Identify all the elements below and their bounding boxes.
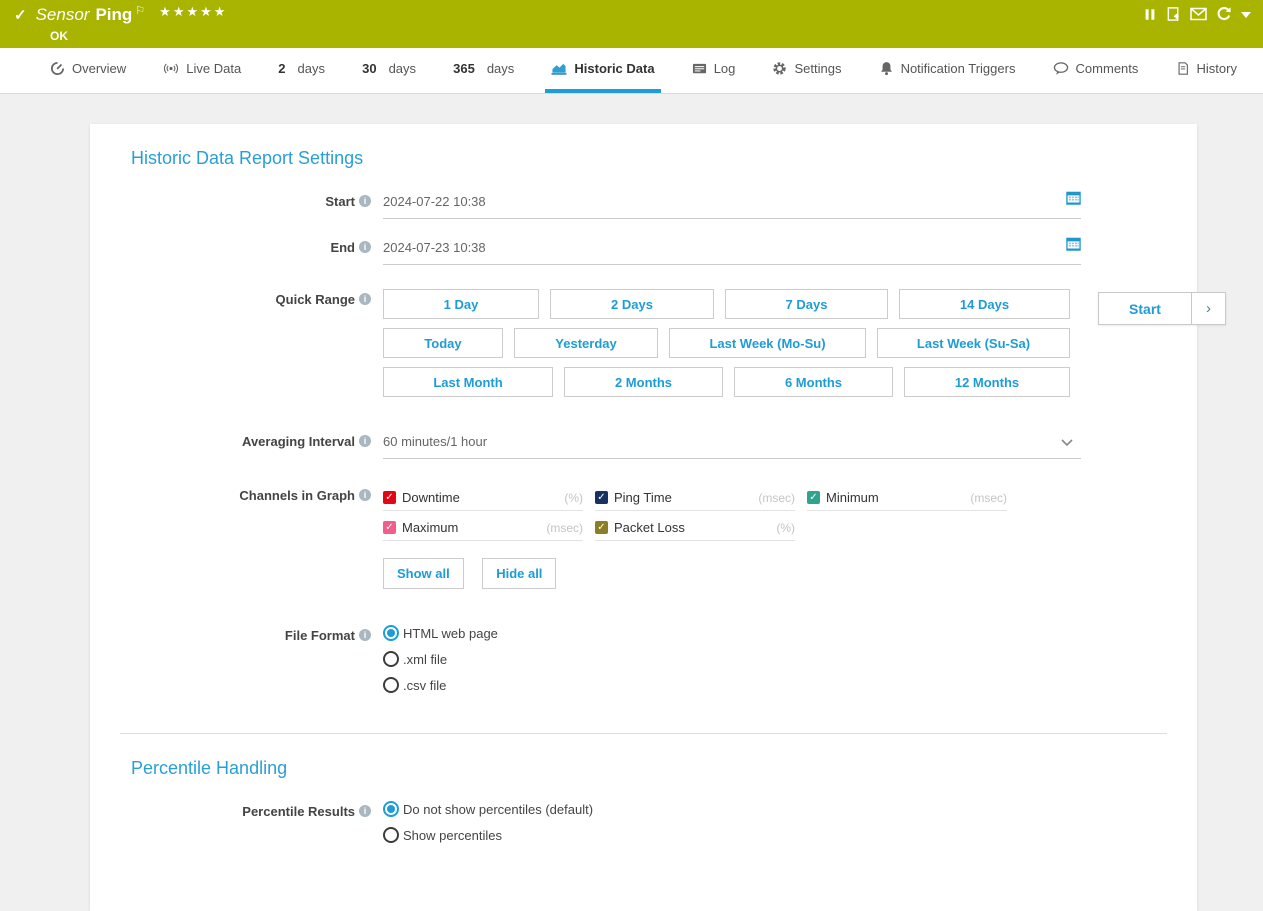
log-icon: [692, 61, 707, 76]
start-label: Starti: [131, 191, 371, 219]
email-icon[interactable]: [1190, 7, 1207, 21]
refresh-icon[interactable]: [1216, 6, 1232, 22]
quick-range-2-days-button[interactable]: 2 Days: [550, 289, 714, 319]
tab-bar: Overview Live Data 2days 30days 365days …: [0, 48, 1263, 94]
quick-range-last-month-button[interactable]: Last Month: [383, 367, 553, 397]
start-date-input[interactable]: 2024-07-22 10:38: [383, 191, 1081, 219]
tab-live-data[interactable]: Live Data: [157, 48, 247, 93]
channel-minimum: Minimum (msec): [807, 490, 1007, 511]
report-icon[interactable]: [1166, 6, 1181, 22]
broadcast-icon: [163, 61, 179, 76]
channel-packet-loss: Packet Loss (%): [595, 520, 795, 541]
tab-historic-data[interactable]: Historic Data: [545, 48, 660, 93]
channel-checkbox[interactable]: [595, 491, 608, 504]
calendar-icon[interactable]: [1066, 190, 1081, 209]
start-options-chevron-button[interactable]: ›: [1191, 292, 1226, 325]
tab-overview[interactable]: Overview: [44, 48, 132, 93]
quick-range-label: Quick Rangei: [131, 289, 371, 431]
quick-range-today-button[interactable]: Today: [383, 328, 503, 358]
tab-comments[interactable]: Comments: [1047, 48, 1145, 93]
end-date-input[interactable]: 2024-07-23 10:38: [383, 237, 1081, 265]
percentile-option-show: Show percentiles: [383, 827, 1081, 843]
gauge-icon: [50, 61, 65, 76]
channel-ping-time: Ping Time (msec): [595, 490, 795, 511]
file-format-option-csv: .csv file: [383, 677, 1081, 693]
info-icon[interactable]: i: [359, 489, 371, 501]
sensor-status-text: OK: [50, 29, 227, 43]
channels-in-graph-label: Channels in Graphi: [131, 485, 371, 589]
info-icon[interactable]: i: [359, 435, 371, 447]
chart-icon: [551, 61, 567, 76]
radio-button[interactable]: [383, 651, 399, 667]
radio-button[interactable]: [383, 625, 399, 641]
tab-notification-triggers[interactable]: Notification Triggers: [873, 48, 1022, 93]
report-settings-title: Historic Data Report Settings: [131, 148, 1167, 169]
radio-button[interactable]: [383, 677, 399, 693]
percentile-results-label: Percentile Resultsi: [131, 801, 371, 853]
averaging-interval-select[interactable]: 60 minutes/1 hour: [383, 431, 1081, 459]
comment-icon: [1053, 61, 1069, 76]
info-icon[interactable]: i: [359, 195, 371, 207]
quick-range-2-months-button[interactable]: 2 Months: [564, 367, 723, 397]
sensor-name: Ping: [95, 5, 132, 25]
settings-card: Historic Data Report Settings Starti 202…: [90, 124, 1197, 911]
sensor-header: ✓ Sensor Ping ⚐ ★★★★★ OK: [0, 0, 1263, 48]
priority-stars[interactable]: ★★★★★: [159, 4, 227, 20]
tab-log[interactable]: Log: [686, 48, 742, 93]
quick-range-14-days-button[interactable]: 14 Days: [899, 289, 1070, 319]
file-format-label: File Formati: [131, 625, 371, 703]
averaging-interval-label: Averaging Intervali: [131, 431, 371, 459]
tab-365-days[interactable]: 365days: [447, 48, 520, 93]
sensor-type-label: Sensor: [36, 5, 90, 25]
info-icon[interactable]: i: [359, 629, 371, 641]
gear-icon: [772, 61, 787, 76]
quick-range-last-week-su-sa-button[interactable]: Last Week (Su-Sa): [877, 328, 1070, 358]
channel-downtime: Downtime (%): [383, 490, 583, 511]
percentile-handling-title: Percentile Handling: [131, 758, 1167, 779]
tab-settings[interactable]: Settings: [766, 48, 847, 93]
percentile-option-hide: Do not show percentiles (default): [383, 801, 1081, 817]
info-icon[interactable]: i: [359, 805, 371, 817]
chevron-down-icon: [1061, 435, 1073, 450]
radio-button[interactable]: [383, 801, 399, 817]
priority-flag-icon: ⚐: [135, 4, 145, 17]
end-label: Endi: [131, 237, 371, 265]
show-all-button[interactable]: Show all: [383, 558, 464, 589]
file-format-option-html: HTML web page: [383, 625, 1081, 641]
channel-checkbox[interactable]: [807, 491, 820, 504]
status-ok-icon: ✓: [14, 6, 27, 24]
quick-range-12-months-button[interactable]: 12 Months: [904, 367, 1070, 397]
radio-button[interactable]: [383, 827, 399, 843]
calendar-icon[interactable]: [1066, 236, 1081, 255]
section-divider: [120, 733, 1167, 734]
channel-checkbox[interactable]: [595, 521, 608, 534]
info-icon[interactable]: i: [359, 241, 371, 253]
start-button[interactable]: Start: [1098, 292, 1192, 325]
channel-checkbox[interactable]: [383, 521, 396, 534]
quick-range-7-days-button[interactable]: 7 Days: [725, 289, 888, 319]
quick-range-yesterday-button[interactable]: Yesterday: [514, 328, 658, 358]
menu-caret-icon[interactable]: [1241, 12, 1251, 18]
tab-30-days[interactable]: 30days: [356, 48, 422, 93]
history-icon: [1176, 61, 1190, 76]
tab-history[interactable]: History: [1170, 48, 1243, 93]
channel-checkbox[interactable]: [383, 491, 396, 504]
file-format-option-xml: .xml file: [383, 651, 1081, 667]
hide-all-button[interactable]: Hide all: [482, 558, 556, 589]
quick-range-last-week-mo-su-button[interactable]: Last Week (Mo-Su): [669, 328, 866, 358]
pause-icon[interactable]: [1143, 7, 1157, 22]
info-icon[interactable]: i: [359, 293, 371, 305]
bell-icon: [879, 61, 894, 76]
start-button-group: Start ›: [1098, 292, 1226, 325]
quick-range-1-day-button[interactable]: 1 Day: [383, 289, 539, 319]
quick-range-6-months-button[interactable]: 6 Months: [734, 367, 893, 397]
channel-maximum: Maximum (msec): [383, 520, 583, 541]
page-body: Historic Data Report Settings Starti 202…: [0, 94, 1263, 911]
tab-2-days[interactable]: 2days: [272, 48, 331, 93]
